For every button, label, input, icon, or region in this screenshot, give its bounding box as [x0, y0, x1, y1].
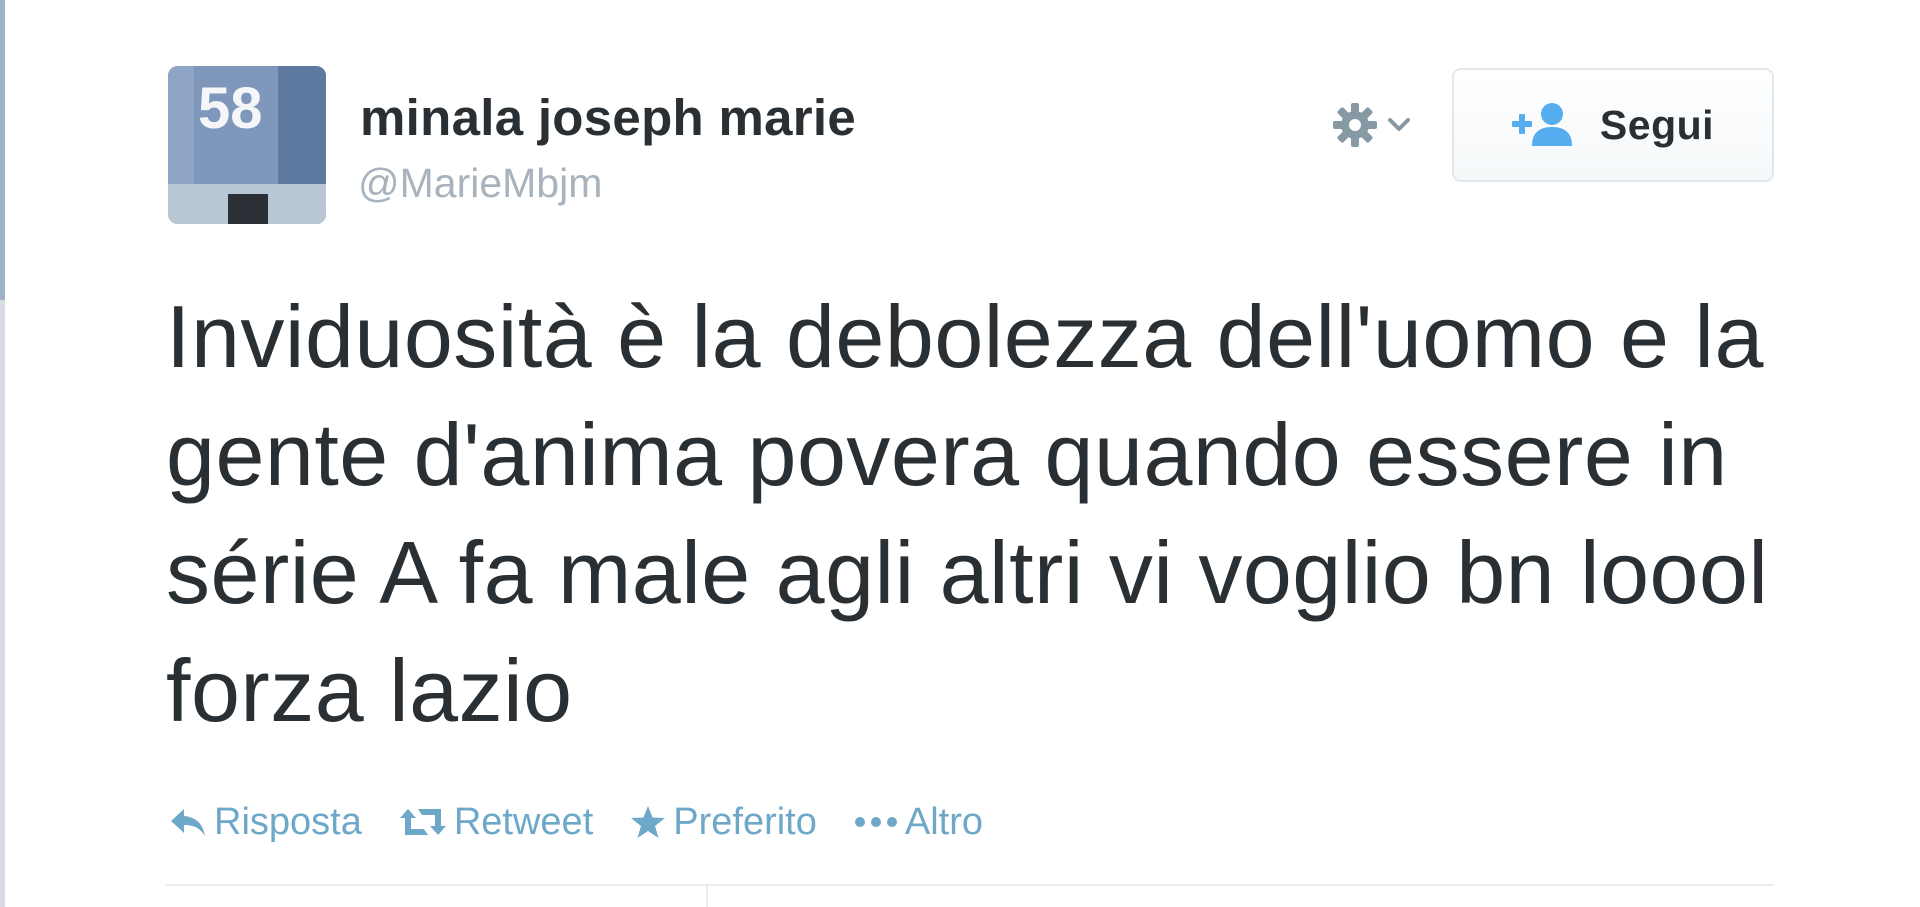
stats-divider-tick	[706, 884, 708, 907]
avatar-number: 58	[198, 76, 263, 141]
tweet-page: 58 minala joseph marie @MarieMbjm Segui …	[0, 0, 1920, 907]
favorite-label: Preferito	[673, 800, 817, 843]
add-user-icon	[1511, 103, 1572, 146]
avatar[interactable]: 58	[168, 66, 326, 224]
retweet-button[interactable]: Retweet	[398, 801, 593, 844]
gear-icon	[1333, 103, 1377, 147]
chevron-down-icon	[1388, 118, 1410, 131]
more-label: Altro	[904, 800, 984, 843]
favorite-button[interactable]: Preferito	[629, 801, 817, 844]
user-name[interactable]: minala joseph marie	[360, 88, 856, 147]
user-handle[interactable]: @MarieMbjm	[358, 160, 602, 207]
stats-divider	[166, 884, 1774, 886]
tweet-options-dropdown[interactable]	[1330, 98, 1422, 152]
reply-label: Risposta	[214, 800, 362, 843]
tweet-text: Inviduosità è la debolezza dell'uomo e l…	[166, 287, 1769, 740]
avatar-image: 58	[168, 66, 326, 224]
reply-button[interactable]: Risposta	[168, 801, 362, 844]
left-edge-border-lower	[0, 300, 5, 907]
more-button[interactable]: Altro	[853, 801, 983, 844]
star-icon	[631, 806, 666, 838]
retweet-label: Retweet	[453, 800, 594, 843]
retweet-icon	[399, 809, 446, 835]
reply-icon	[171, 809, 205, 836]
tweet-actions: Risposta Retweet Preferito Altro	[168, 796, 1019, 848]
follow-button[interactable]: Segui	[1452, 68, 1774, 182]
follow-label: Segui	[1599, 101, 1715, 148]
more-dots-icon	[854, 817, 897, 827]
